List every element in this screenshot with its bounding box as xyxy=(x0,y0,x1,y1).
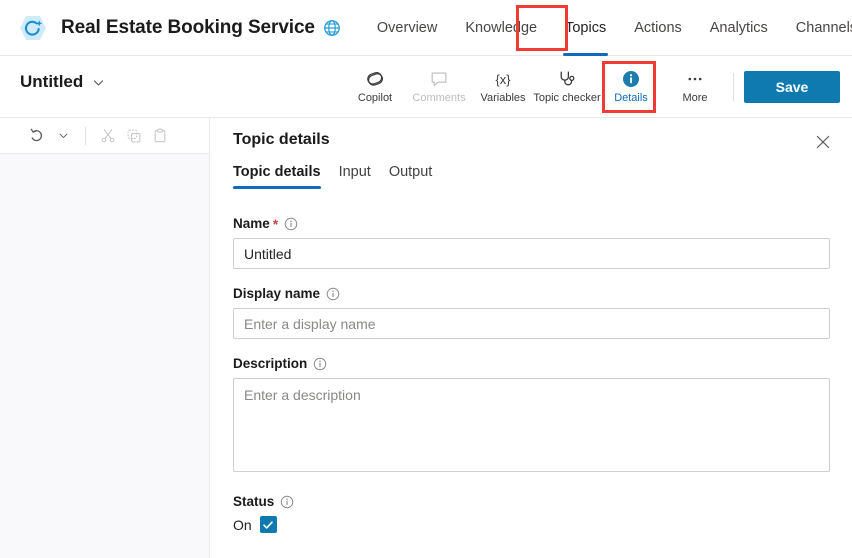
comments-button[interactable]: Comments xyxy=(407,61,471,113)
panel-body: Name * Display name xyxy=(211,198,852,533)
name-label-row: Name * xyxy=(233,216,830,231)
description-label: Description xyxy=(233,356,308,371)
chevron-down-icon xyxy=(94,79,104,85)
info-icon[interactable] xyxy=(326,287,340,301)
copy-icon xyxy=(127,129,141,142)
stethoscope-icon xyxy=(556,69,578,89)
cut-button xyxy=(95,123,121,149)
status-field-group: Status On xyxy=(233,494,830,533)
command-bar: Untitled Copilot Comments {x} Variables … xyxy=(0,56,852,118)
topic-name-label: Untitled xyxy=(20,72,84,91)
nav-tab-channels[interactable]: Channels xyxy=(782,0,852,56)
ellipsis-icon xyxy=(685,69,705,89)
globe-icon[interactable] xyxy=(323,19,341,37)
paste-button xyxy=(147,123,173,149)
checkmark-icon xyxy=(263,520,273,529)
name-label: Name xyxy=(233,216,270,231)
undo-menu-button[interactable] xyxy=(50,123,76,149)
app-title: Real Estate Booking Service xyxy=(61,16,315,38)
name-input[interactable] xyxy=(233,238,830,269)
close-panel-button[interactable] xyxy=(810,129,836,155)
details-button[interactable]: Details xyxy=(599,61,663,113)
svg-text:{x}: {x} xyxy=(496,72,512,87)
close-icon xyxy=(816,135,830,149)
info-circle-icon xyxy=(622,69,640,89)
edit-toolbar xyxy=(0,118,209,154)
display-name-label: Display name xyxy=(233,286,321,301)
panel-tab-output[interactable]: Output xyxy=(380,164,442,189)
topic-checker-label: Topic checker xyxy=(533,92,601,104)
description-textarea[interactable] xyxy=(233,378,830,472)
description-field-group: Description xyxy=(233,356,830,477)
copilot-button[interactable]: Copilot xyxy=(343,61,407,113)
edit-toolbar-divider xyxy=(85,126,86,145)
command-bar-tools: Copilot Comments {x} Variables Topic che… xyxy=(343,56,852,118)
scissors-icon xyxy=(101,128,115,142)
top-navigation-bar: Real Estate Booking Service Overview Kno… xyxy=(0,0,852,56)
description-label-row: Description xyxy=(233,356,830,371)
undo-arrow-icon xyxy=(30,128,42,142)
status-toggle-row: On xyxy=(233,516,830,533)
display-name-label-row: Display name xyxy=(233,286,830,301)
topic-name-dropdown[interactable]: Untitled xyxy=(20,72,105,92)
copilot-hexagon-icon xyxy=(20,15,46,40)
nav-tab-overview[interactable]: Overview xyxy=(363,0,451,56)
info-icon[interactable] xyxy=(280,495,294,509)
variables-button[interactable]: {x} Variables xyxy=(471,61,535,113)
copy-button xyxy=(121,123,147,149)
status-label-row: Status xyxy=(233,494,830,509)
nav-tab-actions[interactable]: Actions xyxy=(620,0,696,56)
info-icon[interactable] xyxy=(313,357,327,371)
display-name-input[interactable] xyxy=(233,308,830,339)
comment-bubble-icon xyxy=(429,69,449,89)
panel-tabs: Topic details Input Output xyxy=(232,164,852,198)
more-label: More xyxy=(682,92,708,104)
display-name-field-group: Display name xyxy=(233,286,830,339)
panel-tab-topic-details[interactable]: Topic details xyxy=(224,164,330,189)
info-icon[interactable] xyxy=(284,217,298,231)
details-label: Details xyxy=(614,92,648,104)
variables-braces-icon: {x} xyxy=(492,69,514,89)
nav-tab-knowledge[interactable]: Knowledge xyxy=(451,0,551,56)
topic-checker-button[interactable]: Topic checker xyxy=(533,61,601,113)
comments-label: Comments xyxy=(412,92,466,104)
copilot-icon xyxy=(365,69,385,89)
status-state-label: On xyxy=(233,516,252,533)
chevron-down-icon xyxy=(59,133,67,139)
more-button[interactable]: More xyxy=(663,61,727,113)
panel-header: Topic details xyxy=(211,118,852,164)
topic-details-panel: Topic details Topic details Input Output… xyxy=(211,118,852,558)
toolbar-divider xyxy=(733,73,734,101)
nav-tab-topics[interactable]: Topics xyxy=(551,0,620,56)
status-label: Status xyxy=(233,494,275,509)
clipboard-icon xyxy=(154,128,166,142)
main-nav-tabs: Overview Knowledge Topics Actions Analyt… xyxy=(363,0,852,56)
copilot-label: Copilot xyxy=(357,92,393,104)
save-button[interactable]: Save xyxy=(744,71,840,103)
variables-label: Variables xyxy=(480,92,526,104)
status-checkbox[interactable] xyxy=(259,516,277,533)
required-asterisk: * xyxy=(272,215,279,232)
authoring-canvas xyxy=(0,118,210,558)
panel-tab-input[interactable]: Input xyxy=(330,164,380,189)
nav-tab-analytics[interactable]: Analytics xyxy=(696,0,782,56)
name-field-group: Name * xyxy=(233,216,830,269)
undo-button[interactable] xyxy=(24,123,50,149)
panel-title: Topic details xyxy=(233,131,330,148)
